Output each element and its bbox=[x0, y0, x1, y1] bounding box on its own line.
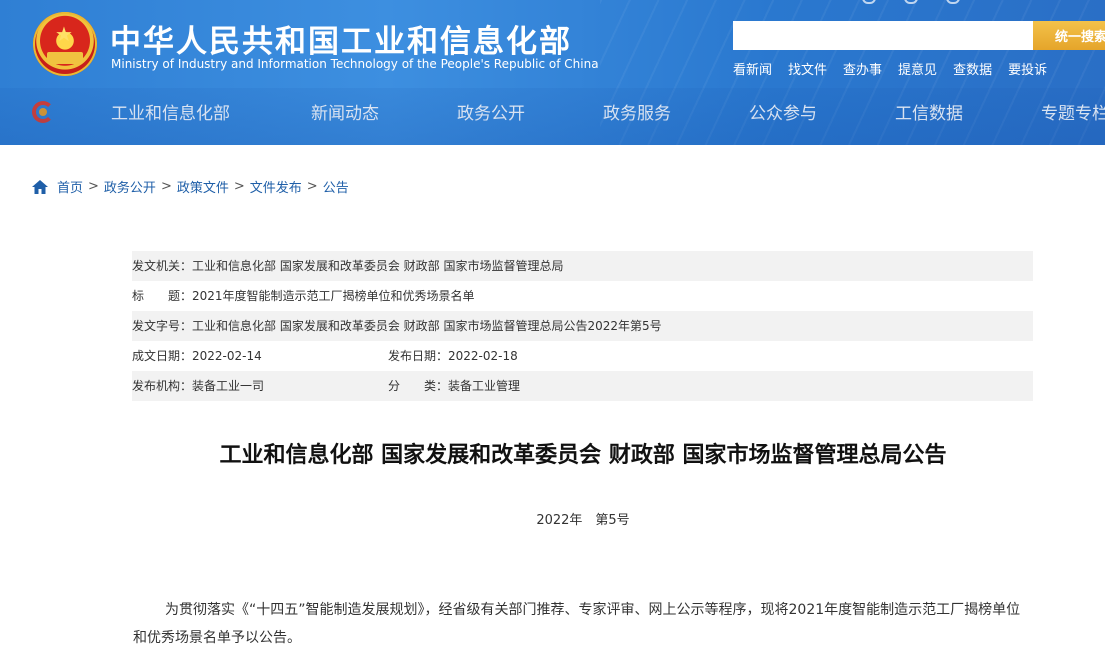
quick-link-news[interactable]: 看新闻 bbox=[733, 59, 772, 78]
nav-item-data[interactable]: 工信数据 bbox=[895, 99, 963, 124]
meta-row-publisher: 发布机构：装备工业一司 分 类：装备工业管理 bbox=[132, 371, 1033, 401]
quick-link-data[interactable]: 查数据 bbox=[953, 59, 992, 78]
article-title: 工业和信息化部 国家发展和改革委员会 财政部 国家市场监督管理总局公告 bbox=[219, 443, 947, 468]
breadcrumb-separator: > bbox=[306, 179, 318, 194]
meta-doc-number: 发文字号：工业和信息化部 国家发展和改革委员会 财政部 国家市场监督管理总局公告… bbox=[132, 319, 662, 333]
top-utility-icons bbox=[862, 0, 960, 4]
article-paragraph: 为贯彻落实《“十四五”智能制造发展规划》，经省级有关部门推荐、专家评审、网上公示… bbox=[133, 602, 1021, 646]
site-header: ★ 中华人民共和国工业和信息化部 Ministry of Industry an… bbox=[0, 0, 1105, 145]
nav-item-gov-services[interactable]: 政务服务 bbox=[603, 99, 671, 124]
meta-date-written: 成文日期：2022-02-14 bbox=[132, 349, 262, 363]
meta-row-doc-number: 发文字号：工业和信息化部 国家发展和改革委员会 财政部 国家市场监督管理总局公告… bbox=[132, 311, 1033, 341]
breadcrumb: 首页 > 政务公开 > 政策文件 > 文件发布 > 公告 bbox=[32, 177, 349, 196]
quick-link-feedback[interactable]: 提意见 bbox=[898, 59, 937, 78]
miit-logo-icon[interactable] bbox=[32, 101, 54, 123]
quick-link-services[interactable]: 查办事 bbox=[843, 59, 882, 78]
document-meta-table: 发文机关：工业和信息化部 国家发展和改革委员会 财政部 国家市场监督管理总局 标… bbox=[132, 251, 1033, 401]
breadcrumb-separator: > bbox=[160, 179, 172, 194]
national-emblem-icon: ★ bbox=[33, 12, 97, 76]
meta-date-published: 发布日期：2022-02-18 bbox=[388, 349, 518, 363]
breadcrumb-policy-files[interactable]: 政策文件 bbox=[177, 177, 229, 196]
quick-links: 看新闻 找文件 查办事 提意见 查数据 要投诉 bbox=[733, 59, 1063, 78]
search-input[interactable] bbox=[733, 21, 1033, 50]
nav-item-news[interactable]: 新闻动态 bbox=[311, 99, 379, 124]
article-number: 2022年 第5号 bbox=[536, 513, 630, 528]
quick-link-complaint[interactable]: 要投诉 bbox=[1008, 59, 1047, 78]
weibo-icon[interactable] bbox=[946, 0, 960, 4]
site-title: 中华人民共和国工业和信息化部 bbox=[110, 24, 572, 60]
meta-row-issuer: 发文机关：工业和信息化部 国家发展和改革委员会 财政部 国家市场监督管理总局 bbox=[132, 251, 1033, 281]
nav-item-public[interactable]: 公众参与 bbox=[749, 99, 817, 124]
nav-item-topics[interactable]: 专题专栏 bbox=[1041, 99, 1105, 124]
meta-issuer: 发文机关：工业和信息化部 国家发展和改革委员会 财政部 国家市场监督管理总局 bbox=[132, 259, 564, 273]
breadcrumb-separator: > bbox=[233, 179, 245, 194]
meta-row-dates: 成文日期：2022-02-14 发布日期：2022-02-18 bbox=[132, 341, 1033, 371]
mobile-icon[interactable] bbox=[904, 0, 918, 4]
site-subtitle: Ministry of Industry and Information Tec… bbox=[111, 57, 599, 71]
nav-item-gov-affairs[interactable]: 政务公开 bbox=[457, 99, 525, 124]
meta-title: 标 题：2021年度智能制造示范工厂揭榜单位和优秀场景名单 bbox=[132, 289, 475, 303]
accessibility-icon[interactable] bbox=[862, 0, 876, 4]
meta-row-title: 标 题：2021年度智能制造示范工厂揭榜单位和优秀场景名单 bbox=[132, 281, 1033, 311]
quick-link-files[interactable]: 找文件 bbox=[788, 59, 827, 78]
breadcrumb-home[interactable]: 首页 bbox=[57, 177, 83, 196]
nav-item-ministry[interactable]: 工业和信息化部 bbox=[111, 99, 230, 124]
meta-category: 分 类：装备工业管理 bbox=[388, 379, 521, 393]
breadcrumb-separator: > bbox=[88, 179, 99, 194]
breadcrumb-announcement[interactable]: 公告 bbox=[323, 177, 349, 196]
meta-publisher: 发布机构：装备工业一司 bbox=[132, 379, 265, 393]
main-nav: 工业和信息化部 新闻动态 政务公开 政务服务 公众参与 工信数据 专题专栏 bbox=[0, 99, 1105, 127]
breadcrumb-gov-affairs[interactable]: 政务公开 bbox=[104, 177, 156, 196]
home-icon[interactable] bbox=[32, 179, 48, 194]
breadcrumb-file-release[interactable]: 文件发布 bbox=[250, 177, 302, 196]
unified-search-button[interactable]: 统一搜索 bbox=[1033, 21, 1105, 50]
